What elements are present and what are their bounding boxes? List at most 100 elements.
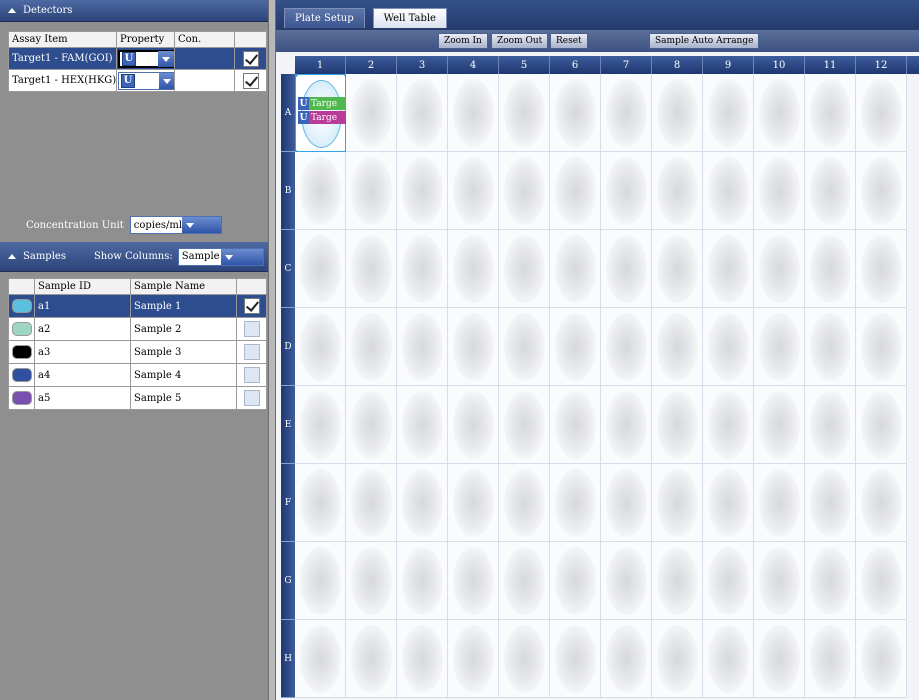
concentration-unit-select[interactable]: copies/ml (129, 216, 222, 234)
well-G12[interactable] (856, 542, 907, 620)
well-C7[interactable] (601, 230, 652, 308)
plate-column-label[interactable]: 3 (397, 56, 448, 74)
well-F8[interactable] (652, 464, 703, 542)
well-F6[interactable] (550, 464, 601, 542)
well-G5[interactable] (499, 542, 550, 620)
plate-row-label[interactable]: A (281, 74, 295, 152)
well-E1[interactable] (295, 386, 346, 464)
sample-row[interactable]: a3 Sample 3 (8, 340, 267, 364)
plate-column-label[interactable]: 5 (499, 56, 550, 74)
well-E3[interactable] (397, 386, 448, 464)
well-E7[interactable] (601, 386, 652, 464)
well-A5[interactable] (499, 74, 550, 152)
well-C4[interactable] (448, 230, 499, 308)
well-H8[interactable] (652, 620, 703, 698)
show-columns-select[interactable]: Sample Name (177, 247, 264, 266)
well-G2[interactable] (346, 542, 397, 620)
well-G9[interactable] (703, 542, 754, 620)
sample-color-swatch[interactable] (12, 391, 32, 405)
detectors-header[interactable]: Detectors (0, 0, 268, 22)
sample-row[interactable]: a1 Sample 1 (8, 294, 267, 318)
sample-name-cell[interactable]: Sample 1 (130, 294, 237, 318)
sample-row[interactable]: a4 Sample 4 (8, 363, 267, 387)
plate-row-label[interactable]: C (281, 230, 295, 308)
well-G10[interactable] (754, 542, 805, 620)
well-H7[interactable] (601, 620, 652, 698)
well-B9[interactable] (703, 152, 754, 230)
well-H3[interactable] (397, 620, 448, 698)
plate-column-label[interactable]: 6 (550, 56, 601, 74)
well-B1[interactable] (295, 152, 346, 230)
well-A10[interactable] (754, 74, 805, 152)
well-D5[interactable] (499, 308, 550, 386)
well-F12[interactable] (856, 464, 907, 542)
well-E2[interactable] (346, 386, 397, 464)
sample-id-cell[interactable]: a4 (34, 363, 131, 387)
well-A2[interactable] (346, 74, 397, 152)
panel-splitter[interactable] (268, 0, 276, 700)
plate-column-label[interactable]: 12 (856, 56, 907, 74)
collapse-icon[interactable] (8, 254, 16, 259)
collapse-icon[interactable] (8, 8, 16, 13)
well-C3[interactable] (397, 230, 448, 308)
well-G8[interactable] (652, 542, 703, 620)
sample-color-swatch[interactable] (12, 368, 32, 382)
concentration-cell[interactable] (174, 69, 235, 92)
well-E4[interactable] (448, 386, 499, 464)
concentration-cell[interactable] (174, 47, 235, 70)
well-G11[interactable] (805, 542, 856, 620)
detector-row[interactable]: Target1 - HEX(HKG) U (8, 69, 267, 92)
well-D9[interactable] (703, 308, 754, 386)
plate-row-label[interactable]: E (281, 386, 295, 464)
well-H12[interactable] (856, 620, 907, 698)
well-B10[interactable] (754, 152, 805, 230)
plate-column-label[interactable]: 10 (754, 56, 805, 74)
column-header-con[interactable]: Con. (174, 31, 235, 48)
column-header-sample-id[interactable]: Sample ID (34, 278, 131, 295)
well-B7[interactable] (601, 152, 652, 230)
sample-color-swatch[interactable] (12, 322, 32, 336)
plate-column-label[interactable]: 9 (703, 56, 754, 74)
sample-id-cell[interactable]: a1 (34, 294, 131, 318)
well-A3[interactable] (397, 74, 448, 152)
plate-column-label[interactable]: 1 (295, 56, 346, 74)
well-B2[interactable] (346, 152, 397, 230)
well-E11[interactable] (805, 386, 856, 464)
well-B12[interactable] (856, 152, 907, 230)
well-A4[interactable] (448, 74, 499, 152)
well-B5[interactable] (499, 152, 550, 230)
well-D12[interactable] (856, 308, 907, 386)
chevron-down-icon[interactable] (158, 50, 174, 67)
chevron-down-icon[interactable] (220, 248, 263, 265)
sample-name-cell[interactable]: Sample 2 (130, 317, 237, 341)
property-select[interactable]: U (118, 71, 174, 90)
well-A1[interactable]: U Targe U Targe (295, 74, 349, 155)
well-G6[interactable] (550, 542, 601, 620)
well-E12[interactable] (856, 386, 907, 464)
well-F9[interactable] (703, 464, 754, 542)
well-B8[interactable] (652, 152, 703, 230)
column-header-sample-name[interactable]: Sample Name (130, 278, 237, 295)
plate-row-label[interactable]: B (281, 152, 295, 230)
well-F5[interactable] (499, 464, 550, 542)
tab-well-table[interactable]: Well Table (372, 8, 447, 28)
detector-checkbox[interactable] (242, 72, 259, 89)
well-D6[interactable] (550, 308, 601, 386)
well-B6[interactable] (550, 152, 601, 230)
well-F4[interactable] (448, 464, 499, 542)
well-B4[interactable] (448, 152, 499, 230)
well-A8[interactable] (652, 74, 703, 152)
well-B3[interactable] (397, 152, 448, 230)
well-D4[interactable] (448, 308, 499, 386)
plate-row-label[interactable]: D (281, 308, 295, 386)
well-D7[interactable] (601, 308, 652, 386)
well-C6[interactable] (550, 230, 601, 308)
chevron-down-icon[interactable] (182, 217, 221, 233)
sample-color-swatch[interactable] (12, 345, 32, 359)
well-H10[interactable] (754, 620, 805, 698)
well-C12[interactable] (856, 230, 907, 308)
zoom-in-button[interactable]: Zoom In (438, 33, 488, 49)
well-H4[interactable] (448, 620, 499, 698)
well-E8[interactable] (652, 386, 703, 464)
well-C1[interactable] (295, 230, 346, 308)
